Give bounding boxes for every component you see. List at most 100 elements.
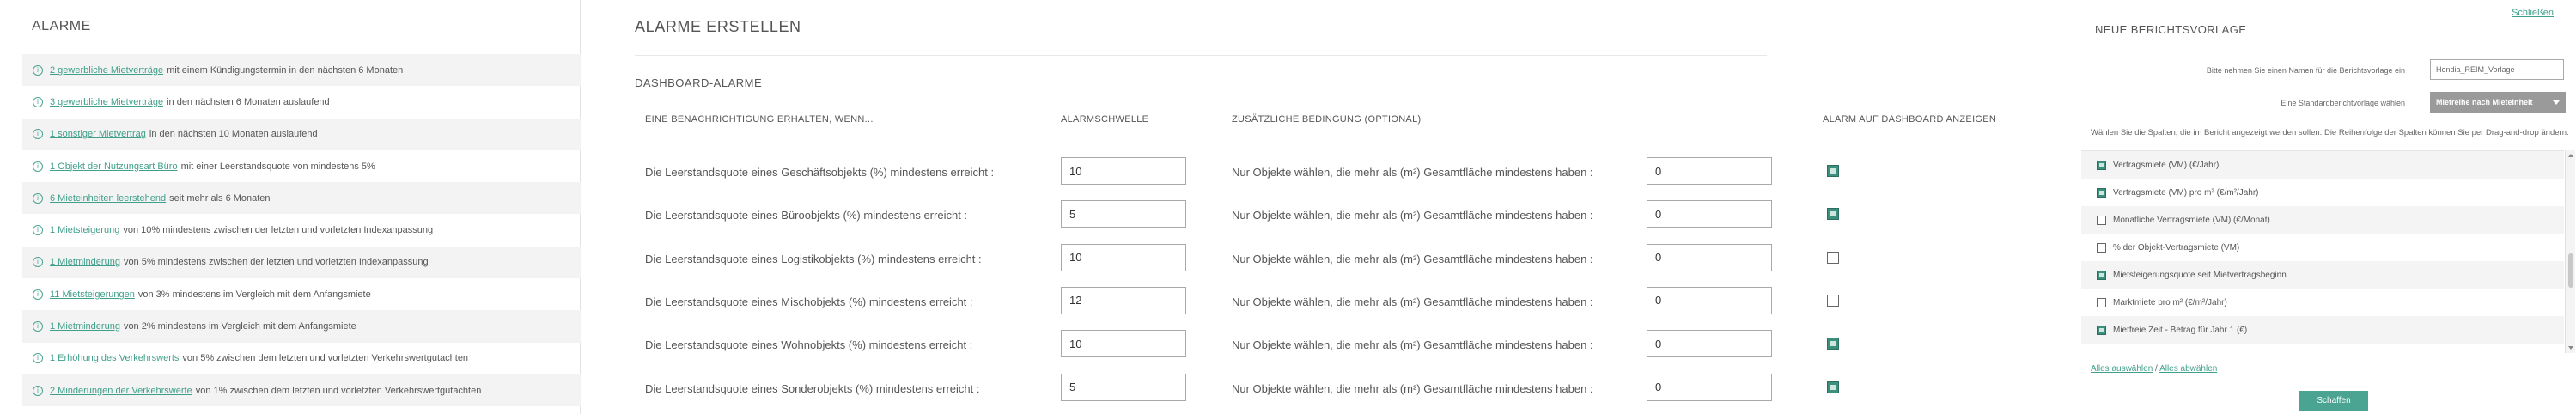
create-alarms-title: ALARME ERSTELLEN xyxy=(635,18,801,35)
alarm-link[interactable]: 1 sonstiger Mietvertrag xyxy=(50,129,146,139)
header-condition: EINE BENACHRICHTIGUNG ERHALTEN, WENN... xyxy=(645,114,874,125)
selection-separator: / xyxy=(2155,364,2158,374)
threshold-input[interactable] xyxy=(1061,157,1186,185)
alarm-item: i 2 Minderungen der Verkehrswerte von 1% z… xyxy=(22,374,581,407)
alarm-link[interactable]: 11 Mietsteigerungen xyxy=(50,289,135,300)
alarm-item: i 1 sonstiger Mietvertrag in den nächsten … xyxy=(22,118,581,150)
column-option[interactable]: % der Objekt-Vertragsmiete (VM) xyxy=(2081,234,2564,261)
alarm-link[interactable]: 6 Mieteinheiten leerstehend xyxy=(50,193,166,204)
column-option[interactable]: Vertragsmiete (VM) pro m² (€/m²/Jahr) xyxy=(2081,179,2564,206)
alarm-condition-label: Die Leerstandsquote eines Mischobjekts (… xyxy=(645,295,973,308)
header-extra-condition: ZUSÄTZLICHE BEDINGUNG (OPTIONAL) xyxy=(1232,114,1422,125)
alarm-setting-row: Die Leerstandsquote eines Logistikobjekt… xyxy=(582,243,2042,273)
alarm-condition-label: Die Leerstandsquote eines Büroobjekts (%… xyxy=(645,209,968,222)
threshold-input[interactable] xyxy=(1061,200,1186,228)
create-button[interactable]: Schaffen xyxy=(2299,391,2368,411)
column-list[interactable]: Vertragsmiete (VM) (€/Jahr) Vertragsmiete… xyxy=(2081,150,2564,353)
info-icon: i xyxy=(33,96,43,107)
column-label: Mietfreie Zeit - Betrag für Jahr 1 (€) xyxy=(2113,325,2248,335)
alarm-condition-label: Die Leerstandsquote eines Logistikobjekt… xyxy=(645,252,982,265)
min-area-input[interactable] xyxy=(1647,157,1772,185)
scroll-up-icon[interactable] xyxy=(2568,154,2573,157)
column-checkbox[interactable] xyxy=(2097,215,2106,225)
info-icon: i xyxy=(33,192,43,204)
close-link[interactable]: Schließen xyxy=(2512,8,2554,18)
standard-template-value: Mietreihe nach Mieteinheit xyxy=(2436,98,2533,107)
min-area-input[interactable] xyxy=(1647,373,1772,401)
column-option[interactable]: Marktmiete pro m² (€/m²/Jahr) xyxy=(2081,289,2564,316)
show-on-dashboard-checkbox[interactable] xyxy=(1827,208,1839,221)
alarm-link[interactable]: 2 Minderungen der Verkehrswerte xyxy=(50,386,192,396)
show-on-dashboard-checkbox[interactable] xyxy=(1827,338,1839,350)
header-threshold: ALARMSCHWELLE xyxy=(1061,114,1149,125)
select-all-link[interactable]: Alles auswählen xyxy=(2091,364,2153,374)
column-checkbox[interactable] xyxy=(2097,325,2106,335)
extra-condition-label: Nur Objekte wählen, die mehr als (m²) Ge… xyxy=(1232,381,1593,395)
alarm-condition-label: Die Leerstandsquote eines Sonderobjekts … xyxy=(645,381,980,395)
extra-condition-label: Nur Objekte wählen, die mehr als (m²) Ge… xyxy=(1232,252,1593,265)
column-label: Marktmiete pro m² (€/m²/Jahr) xyxy=(2113,297,2227,307)
alarm-item: i 1 Mietsteigerung von 10% mindestens zwis… xyxy=(22,214,581,246)
alarm-text: von 3% mindestens im Vergleich mit dem A… xyxy=(137,289,371,300)
template-name-input[interactable] xyxy=(2430,59,2564,80)
alarm-item: i 11 Mietsteigerungen von 3% mindestens im… xyxy=(22,278,581,310)
alarm-link[interactable]: 2 gewerbliche Mietverträge xyxy=(50,65,163,76)
divider xyxy=(635,55,1767,56)
scroll-down-icon[interactable] xyxy=(2568,346,2573,350)
column-label: Vertragsmiete (VM) pro m² (€/m²/Jahr) xyxy=(2113,187,2259,198)
alarm-link[interactable]: 1 Mietminderung xyxy=(50,257,120,267)
column-checkbox[interactable] xyxy=(2097,297,2106,307)
show-on-dashboard-checkbox[interactable] xyxy=(1827,251,1839,264)
alarm-text: von 10% mindestens zwischen der letzten … xyxy=(123,225,434,236)
column-label: % der Objekt-Vertragsmiete (VM) xyxy=(2113,242,2240,253)
alarm-item: i 1 Objekt der Nutzungsart Büro mit einer … xyxy=(22,150,581,182)
min-area-input[interactable] xyxy=(1647,200,1772,228)
alarm-condition-label: Die Leerstandsquote eines Geschäftsobjek… xyxy=(645,166,995,179)
show-on-dashboard-checkbox[interactable] xyxy=(1827,294,1839,307)
column-label: Mietsteigerungsquote seit Mietvertragsbe… xyxy=(2113,270,2287,280)
alarm-item: i 1 Erhöhung des Verkehrswerts von 5% zwis… xyxy=(22,343,581,374)
alarm-item: i 2 gewerbliche Mietverträge mit einem Kün… xyxy=(22,54,581,87)
column-option[interactable]: Monatliche Vertragsmiete (VM) (€/Monat) xyxy=(2081,206,2564,234)
alarm-setting-row: Die Leerstandsquote eines Geschäftsobjek… xyxy=(582,157,2042,186)
column-list-scrollbar[interactable] xyxy=(2565,150,2575,353)
info-icon: i xyxy=(33,385,43,396)
threshold-input[interactable] xyxy=(1061,330,1186,358)
alarm-text: seit mehr als 6 Monaten xyxy=(169,192,271,204)
alarm-link[interactable]: 1 Mietminderung xyxy=(50,321,120,332)
alarm-link[interactable]: 1 Erhöhung des Verkehrswerts xyxy=(50,353,179,363)
column-option[interactable]: Mietfreie Zeit - Betrag für Jahr 1 (€) xyxy=(2081,316,2564,344)
min-area-input[interactable] xyxy=(1647,286,1772,314)
alarm-link[interactable]: 3 gewerbliche Mietverträge xyxy=(50,97,163,107)
show-on-dashboard-checkbox[interactable] xyxy=(1827,165,1839,177)
alarm-item: i 1 Mietminderung von 5% mindestens zwisch… xyxy=(22,246,581,279)
column-option[interactable]: Mietsteigerungsquote seit Mietvertragsbe… xyxy=(2081,261,2564,289)
alarm-link[interactable]: 1 Objekt der Nutzungsart Büro xyxy=(50,161,178,172)
info-icon: i xyxy=(33,225,43,236)
column-option[interactable]: Vertragsmiete (VM) (€/Jahr) xyxy=(2081,151,2564,179)
show-on-dashboard-checkbox[interactable] xyxy=(1827,381,1839,393)
alarm-setting-row: Die Leerstandsquote eines Büroobjekts (%… xyxy=(582,200,2042,229)
info-icon: i xyxy=(33,161,43,172)
column-checkbox[interactable] xyxy=(2097,270,2106,280)
column-checkbox[interactable] xyxy=(2097,160,2106,170)
column-checkbox[interactable] xyxy=(2097,352,2106,353)
alarm-link[interactable]: 1 Mietsteigerung xyxy=(50,225,119,235)
dashboard-alarms-subtitle: DASHBOARD-ALARME xyxy=(635,76,763,89)
min-area-input[interactable] xyxy=(1647,330,1772,358)
deselect-all-link[interactable]: Alles abwählen xyxy=(2159,364,2217,374)
standard-template-select[interactable]: Mietreihe nach Mieteinheit xyxy=(2430,92,2566,113)
selection-links: Alles auswählen / Alles abwählen xyxy=(2091,364,2217,374)
min-area-input[interactable] xyxy=(1647,243,1772,271)
info-icon: i xyxy=(33,257,43,268)
column-checkbox[interactable] xyxy=(2097,187,2106,198)
alarm-setting-row: Die Leerstandsquote eines Sonderobjekts … xyxy=(582,373,2042,403)
threshold-input[interactable] xyxy=(1061,243,1186,271)
column-checkbox[interactable] xyxy=(2097,242,2106,253)
column-label: Vertragsmiete (VM) (€/Jahr) xyxy=(2113,160,2220,170)
scroll-thumb[interactable] xyxy=(2568,253,2573,288)
column-option[interactable]: Mietfreie Zeit - Betrag für Jahr 2 (€) xyxy=(2081,344,2564,353)
threshold-input[interactable] xyxy=(1061,373,1186,401)
threshold-input[interactable] xyxy=(1061,286,1186,314)
alarm-condition-label: Die Leerstandsquote eines Wohnobjekts (%… xyxy=(645,338,973,352)
